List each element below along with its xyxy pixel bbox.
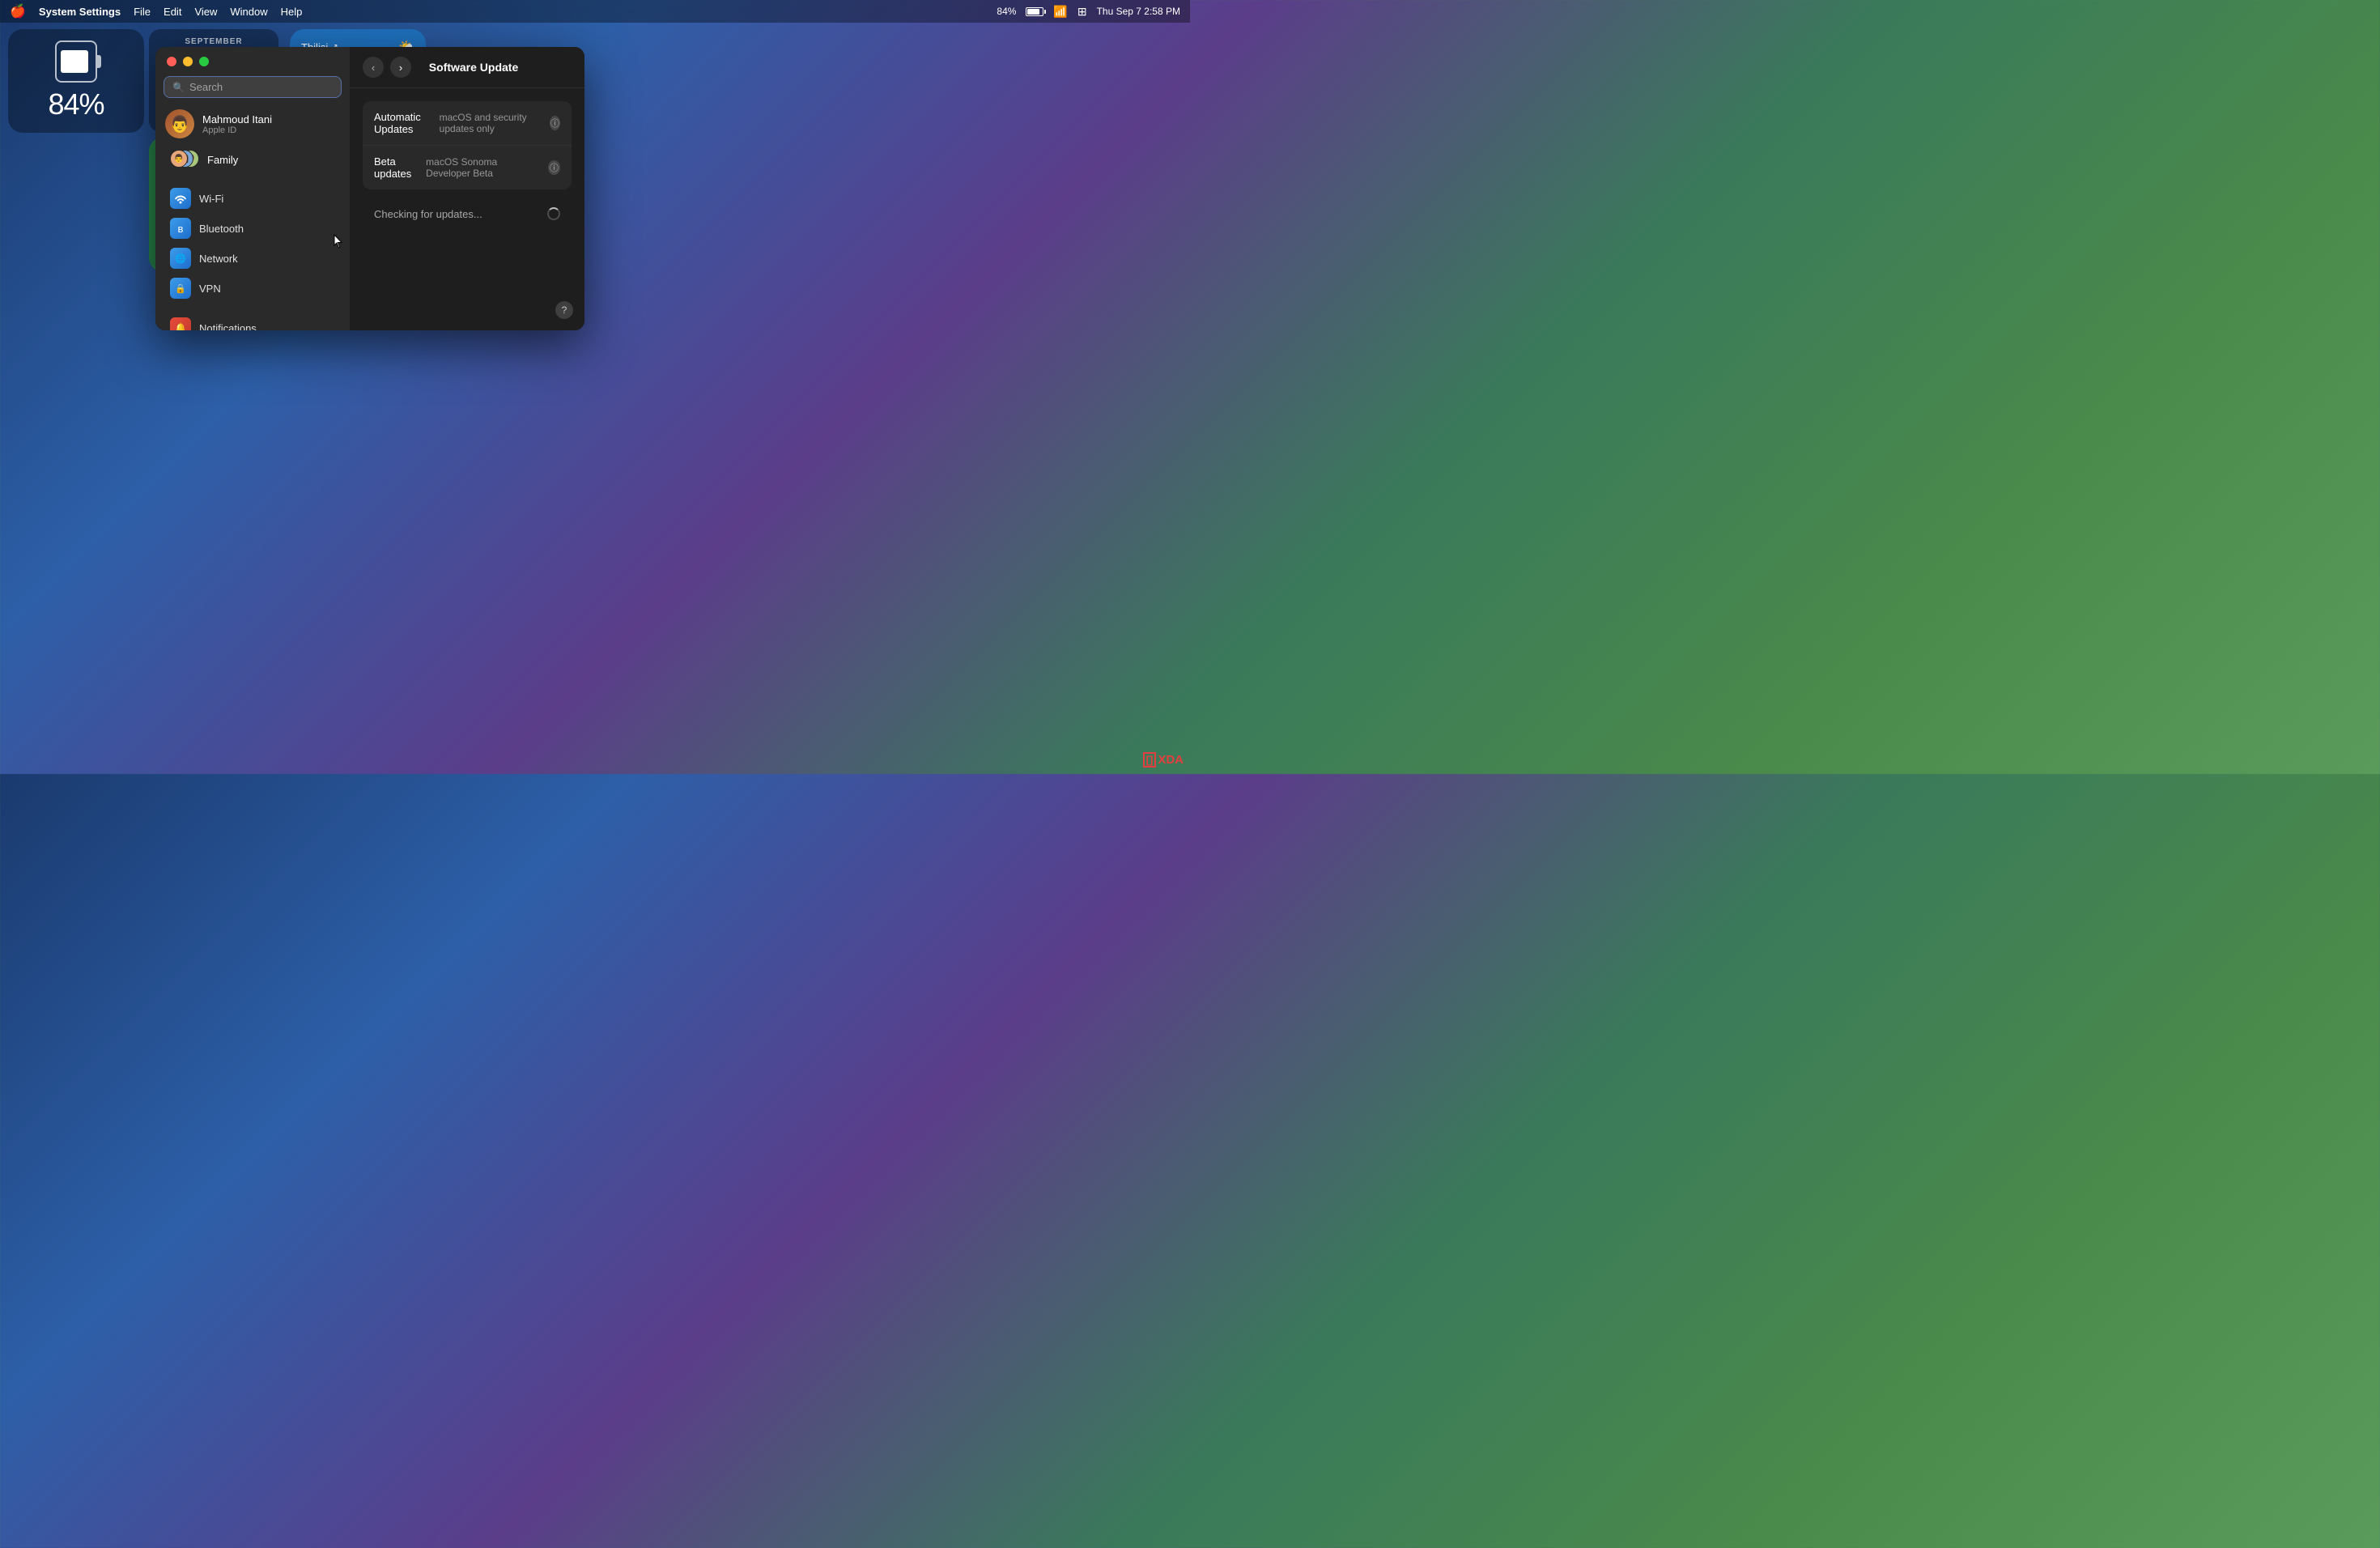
sidebar-label-network: Network bbox=[199, 253, 238, 265]
automatic-updates-row[interactable]: Automatic Updates macOS and security upd… bbox=[363, 101, 572, 146]
bluetooth-icon: ʙ bbox=[170, 218, 191, 239]
menubar-help[interactable]: Help bbox=[281, 6, 303, 18]
help-button[interactable]: ? bbox=[555, 301, 573, 319]
sidebar: 🔍 👨 Mahmoud Itani Apple ID 👨 👩 👦 Family bbox=[155, 47, 350, 330]
apple-menu[interactable]: 🍎 bbox=[10, 3, 26, 19]
menubar-right: 84% 📶 ⊞ Thu Sep 7 2:58 PM bbox=[997, 5, 1180, 19]
vpn-icon: 🔒 bbox=[170, 278, 191, 299]
page-title: Software Update bbox=[418, 61, 572, 74]
close-button[interactable] bbox=[167, 57, 176, 66]
beta-updates-value: macOS Sonoma Developer Beta ⓘ bbox=[426, 156, 560, 179]
checking-text: Checking for updates... bbox=[374, 208, 482, 220]
menubar-app-name[interactable]: System Settings bbox=[39, 6, 121, 18]
traffic-lights bbox=[155, 47, 350, 73]
maximize-button[interactable] bbox=[199, 57, 209, 66]
back-button[interactable]: ‹ bbox=[363, 57, 384, 78]
user-profile-item[interactable]: 👨 Mahmoud Itani Apple ID bbox=[155, 104, 350, 145]
sidebar-item-vpn[interactable]: 🔒 VPN bbox=[160, 274, 345, 303]
control-center-icon[interactable]: ⊞ bbox=[1077, 5, 1087, 19]
network-icon: 🌐 bbox=[170, 248, 191, 269]
title-bar: ‹ › Software Update bbox=[350, 47, 584, 88]
automatic-updates-label: Automatic Updates bbox=[374, 111, 440, 135]
sidebar-item-family[interactable]: 👨 👩 👦 Family bbox=[160, 145, 345, 174]
updates-settings-group: Automatic Updates macOS and security upd… bbox=[363, 101, 572, 189]
battery-fill-menu bbox=[1027, 9, 1039, 15]
sidebar-label-bluetooth: Bluetooth bbox=[199, 223, 244, 235]
sidebar-item-wifi[interactable]: Wi-Fi bbox=[160, 184, 345, 213]
notifications-icon: 🔔 bbox=[170, 317, 191, 330]
sidebar-item-network[interactable]: 🌐 Network bbox=[160, 244, 345, 273]
menubar-view[interactable]: View bbox=[194, 6, 217, 18]
battery-icon-large bbox=[55, 40, 97, 83]
automatic-updates-info[interactable]: ⓘ bbox=[550, 116, 560, 130]
calendar-month: SEPTEMBER bbox=[159, 37, 269, 46]
sidebar-section-notifications: 🔔 Notifications 🔊 Sound 🌙 Focus 📱 Screen… bbox=[155, 313, 350, 330]
sidebar-label-vpn: VPN bbox=[199, 283, 221, 295]
search-icon: 🔍 bbox=[172, 82, 185, 93]
battery-fill-large bbox=[61, 50, 88, 74]
search-input[interactable] bbox=[189, 81, 333, 93]
battery-icon-menu bbox=[1026, 7, 1043, 16]
sidebar-label-notifications: Notifications bbox=[199, 322, 257, 331]
beta-updates-row[interactable]: Beta updates macOS Sonoma Developer Beta… bbox=[363, 146, 572, 189]
xda-logo: [] XDA bbox=[1143, 752, 1184, 768]
sidebar-section-network: Wi-Fi ʙ Bluetooth 🌐 Network 🔒 VPN bbox=[155, 184, 350, 304]
menubar-left: 🍎 System Settings File Edit View Window … bbox=[10, 3, 302, 19]
user-name: Mahmoud Itani bbox=[202, 113, 272, 125]
automatic-updates-value: macOS and security updates only ⓘ bbox=[440, 112, 560, 134]
battery-widget: 84% bbox=[8, 29, 144, 133]
family-label: Family bbox=[207, 154, 238, 166]
sidebar-item-notifications[interactable]: 🔔 Notifications bbox=[160, 313, 345, 330]
beta-updates-info[interactable]: ⓘ bbox=[548, 160, 560, 175]
family-avatars: 👨 👩 👦 bbox=[170, 150, 199, 169]
sidebar-label-wifi: Wi-Fi bbox=[199, 193, 223, 205]
battery-percent-large: 84% bbox=[48, 87, 104, 121]
menubar-file[interactable]: File bbox=[134, 6, 151, 18]
menubar-window[interactable]: Window bbox=[230, 6, 267, 18]
datetime-label: Thu Sep 7 2:58 PM bbox=[1097, 6, 1180, 17]
sidebar-item-bluetooth[interactable]: ʙ Bluetooth bbox=[160, 214, 345, 243]
forward-button[interactable]: › bbox=[390, 57, 411, 78]
menubar: 🍎 System Settings File Edit View Window … bbox=[0, 0, 1190, 23]
wifi-menu-icon[interactable]: 📶 bbox=[1053, 5, 1067, 19]
settings-window: 🔍 👨 Mahmoud Itani Apple ID 👨 👩 👦 Family bbox=[155, 47, 584, 330]
minimize-button[interactable] bbox=[183, 57, 193, 66]
search-bar[interactable]: 🔍 bbox=[164, 76, 342, 98]
content-area: Automatic Updates macOS and security upd… bbox=[350, 88, 584, 330]
beta-updates-label: Beta updates bbox=[374, 155, 426, 180]
user-info: Mahmoud Itani Apple ID bbox=[202, 113, 272, 135]
avatar: 👨 bbox=[165, 109, 194, 138]
main-content: ‹ › Software Update Automatic Updates ma… bbox=[350, 47, 584, 330]
family-avatar-1: 👨 bbox=[170, 150, 188, 168]
menubar-edit[interactable]: Edit bbox=[164, 6, 181, 18]
user-sub: Apple ID bbox=[202, 125, 272, 135]
battery-percent-menu: 84% bbox=[997, 6, 1016, 17]
checking-row: Checking for updates... bbox=[363, 198, 572, 230]
spinner bbox=[547, 207, 560, 220]
wifi-icon bbox=[170, 188, 191, 209]
